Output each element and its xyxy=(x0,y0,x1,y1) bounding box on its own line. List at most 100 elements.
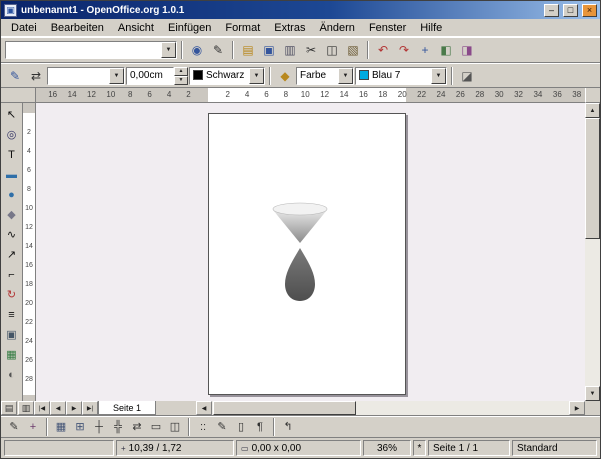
menu-item[interactable]: Ansicht xyxy=(111,21,161,35)
curve-icon[interactable]: ∿ xyxy=(2,225,22,245)
edit-points-icon[interactable]: ✎ xyxy=(5,418,23,436)
horizontal-ruler[interactable]: 161412108642 246810121416182022242628303… xyxy=(36,88,585,103)
last-page-button[interactable]: ▶| xyxy=(82,401,98,415)
save-icon[interactable]: ▣ xyxy=(259,40,279,60)
quick-edit-icon[interactable]: ✎ xyxy=(213,418,231,436)
rotate-icon[interactable]: ↻ xyxy=(2,285,22,305)
stop-icon[interactable]: ◉ xyxy=(187,40,207,60)
drawing-workspace[interactable] xyxy=(36,103,585,401)
scroll-up-button[interactable]: ▲ xyxy=(585,103,600,118)
open-icon[interactable]: ▤ xyxy=(238,40,258,60)
ellipse-icon[interactable]: ● xyxy=(2,185,22,205)
stylist-icon[interactable]: ◧ xyxy=(436,40,456,60)
fill-style-value[interactable]: Farbe xyxy=(297,68,338,84)
vertical-scroll-thumb[interactable] xyxy=(585,118,600,239)
insert-icon[interactable]: ▦ xyxy=(2,345,22,365)
horizontal-scroll-track[interactable] xyxy=(212,401,569,415)
hourglass-drawing[interactable] xyxy=(209,114,405,394)
menu-item[interactable]: Datei xyxy=(4,21,44,35)
area-dialog-button[interactable]: ◆ xyxy=(275,66,295,86)
gallery-icon[interactable]: ◨ xyxy=(457,40,477,60)
vertical-scroll-track[interactable] xyxy=(585,118,600,386)
cut-icon[interactable]: ✂ xyxy=(301,40,321,60)
menu-item[interactable]: Extras xyxy=(267,21,312,35)
snap-points-icon[interactable]: :: xyxy=(194,418,212,436)
select-icon[interactable]: ↖ xyxy=(2,105,22,125)
minimize-button[interactable]: – xyxy=(544,4,559,17)
snap-border-icon[interactable]: ◫ xyxy=(166,418,184,436)
spin-up-icon[interactable]: ▲ xyxy=(174,67,188,76)
line-dialog-button[interactable]: ✎ xyxy=(5,66,25,86)
connector-icon[interactable]: ⌐ xyxy=(2,265,22,285)
zoom-icon[interactable]: ◎ xyxy=(2,125,22,145)
menu-item[interactable]: Bearbeiten xyxy=(44,21,111,35)
snap-margins-icon[interactable]: ▭ xyxy=(147,418,165,436)
line-width-value[interactable]: 0,00cm xyxy=(126,67,174,85)
ruler-corner[interactable] xyxy=(1,88,36,103)
fill-style-combobox[interactable]: Farbe ▼ xyxy=(296,67,354,85)
arrange-icon[interactable]: ▣ xyxy=(2,325,22,345)
fill-color-dropdown-button[interactable]: ▼ xyxy=(431,68,446,84)
copy-icon[interactable]: ◫ xyxy=(322,40,342,60)
line-width-stepper[interactable]: 0,00cm ▲ ▼ xyxy=(126,67,188,85)
first-page-button[interactable]: |◀ xyxy=(34,401,50,415)
glue-points-icon[interactable]: + xyxy=(24,418,42,436)
menu-item[interactable]: Einfügen xyxy=(161,21,218,35)
master-mode-icon[interactable]: ▥ xyxy=(18,401,34,415)
scroll-down-button[interactable]: ▼ xyxy=(585,386,600,401)
fill-style-dropdown-button[interactable]: ▼ xyxy=(338,68,353,84)
title-bar[interactable]: ▣ unbenannt1 - OpenOffice.org 1.0.1 – □ … xyxy=(1,1,600,19)
undo-icon[interactable]: ↶ xyxy=(373,40,393,60)
snap-grid-icon[interactable]: ⊞ xyxy=(71,418,89,436)
line-style-value[interactable] xyxy=(48,68,109,84)
text-icon[interactable]: T xyxy=(2,145,22,165)
guides-moving-icon[interactable]: ⇄ xyxy=(128,418,146,436)
maximize-button[interactable]: □ xyxy=(563,4,578,17)
spin-down-icon[interactable]: ▼ xyxy=(174,76,188,85)
page-tab-seite-1[interactable]: Seite 1 xyxy=(98,401,156,415)
close-button[interactable]: × xyxy=(582,4,597,17)
effects-icon[interactable]: ◐ xyxy=(2,365,22,385)
vertical-scrollbar[interactable]: ▲ ▼ xyxy=(585,103,600,401)
lines-arrows-icon[interactable]: ↗ xyxy=(2,245,22,265)
edit-file-icon[interactable]: ✎ xyxy=(208,40,228,60)
line-color-value[interactable]: Schwarz xyxy=(203,68,249,84)
snap-guides-icon[interactable]: ╬ xyxy=(109,418,127,436)
print-icon[interactable]: ▥ xyxy=(280,40,300,60)
scroll-left-button[interactable]: ◀ xyxy=(196,401,212,415)
alignment-icon[interactable]: ≡ xyxy=(2,305,22,325)
line-style-combobox[interactable]: ▼ xyxy=(47,67,125,85)
shadow-button[interactable]: ◪ xyxy=(457,66,477,86)
guides-visible-icon[interactable]: ┼ xyxy=(90,418,108,436)
grid-visible-icon[interactable]: ▦ xyxy=(52,418,70,436)
redo-icon[interactable]: ↷ xyxy=(394,40,414,60)
fill-color-value[interactable]: Blau 7 xyxy=(369,68,431,84)
horizontal-scrollbar[interactable]: ◀ ▶ xyxy=(196,401,585,415)
menu-item[interactable]: Fenster xyxy=(362,21,413,35)
url-dropdown-button[interactable]: ▼ xyxy=(161,42,176,58)
previous-page-button[interactable]: ◀ xyxy=(50,401,66,415)
arrow-style-button[interactable]: ⇄ xyxy=(26,66,46,86)
vertical-ruler[interactable]: 246810121416182022242628 xyxy=(23,103,36,401)
drawing-page[interactable] xyxy=(208,113,406,395)
ruler-end-box[interactable] xyxy=(585,88,600,103)
rectangle-icon[interactable]: ▬ xyxy=(2,165,22,185)
paste-icon[interactable]: ▧ xyxy=(343,40,363,60)
line-color-combobox[interactable]: Schwarz ▼ xyxy=(189,67,265,85)
status-size-cell[interactable]: ▭ 0,00 x 0,00 xyxy=(236,440,361,456)
status-zoom-cell[interactable]: 36% xyxy=(363,440,411,456)
line-style-dropdown-button[interactable]: ▼ xyxy=(109,68,124,84)
horizontal-scroll-thumb[interactable] xyxy=(213,401,356,415)
menu-item[interactable]: Ändern xyxy=(312,21,361,35)
select-text-area-icon[interactable]: ▯ xyxy=(232,418,250,436)
status-position-cell[interactable]: + 10,39 / 1,72 xyxy=(116,440,234,456)
line-color-dropdown-button[interactable]: ▼ xyxy=(249,68,264,84)
navigator-icon[interactable]: + xyxy=(415,40,435,60)
status-page-cell[interactable]: Seite 1 / 1 xyxy=(428,440,510,456)
dblclick-text-icon[interactable]: ¶ xyxy=(251,418,269,436)
status-style-cell[interactable]: Standard xyxy=(512,440,597,456)
menu-item[interactable]: Hilfe xyxy=(413,21,449,35)
modify-attributes-icon[interactable]: ↰ xyxy=(279,418,297,436)
page-mode-icon[interactable]: ▤ xyxy=(1,401,17,415)
fill-color-combobox[interactable]: Blau 7 ▼ xyxy=(355,67,447,85)
